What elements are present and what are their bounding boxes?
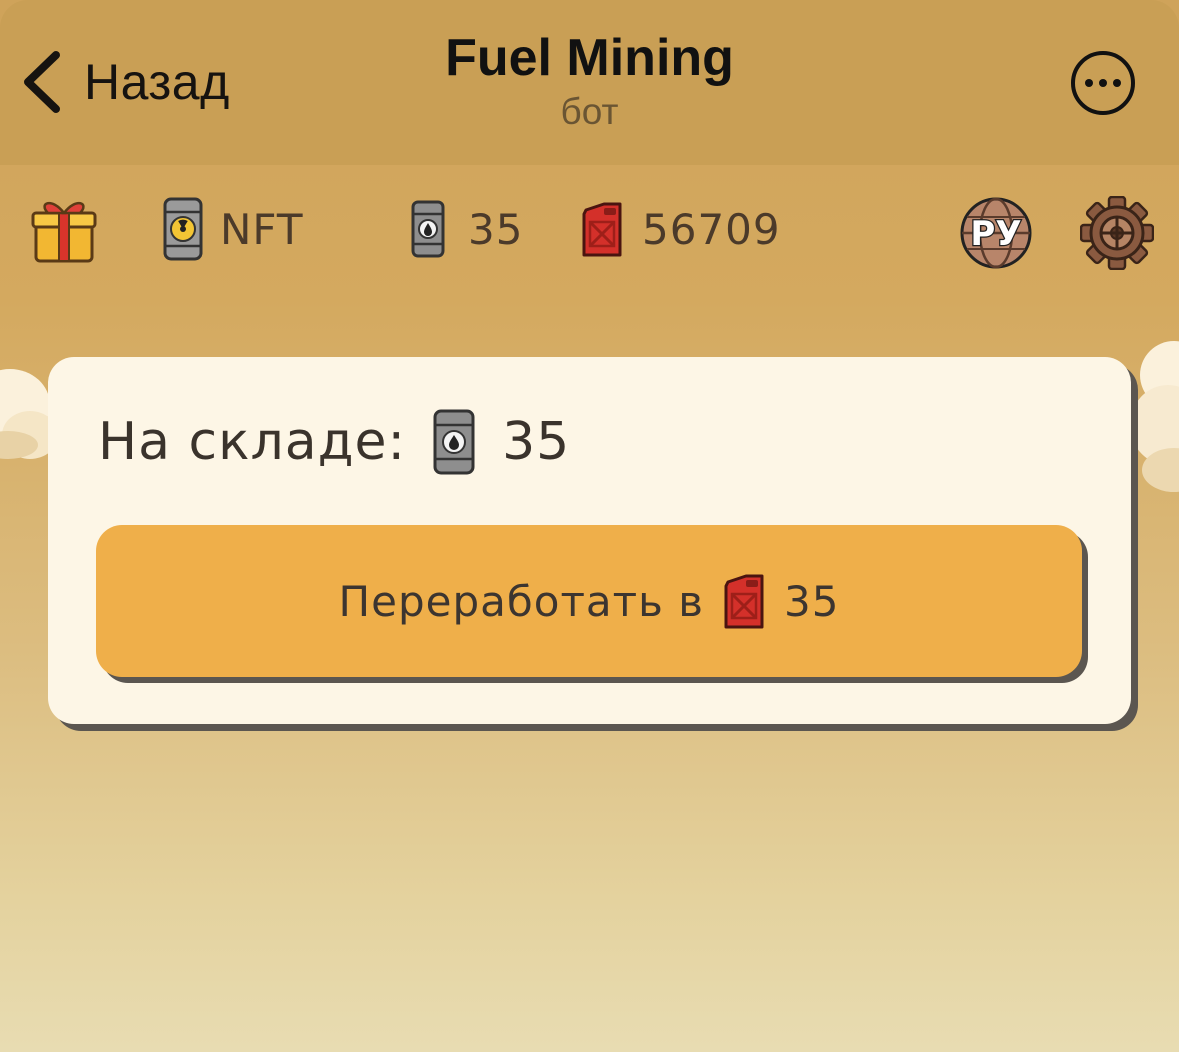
nft-label: NFT [220,204,304,254]
app-header: Назад Fuel Mining бот [0,0,1179,165]
more-options-button[interactable] [1071,51,1135,115]
process-label: Переработать в [338,576,704,626]
fuel-value: 56709 [642,204,781,254]
stock-row: На складе: 35 [98,407,570,477]
gift-icon [31,202,97,263]
stock-label: На складе: [98,412,407,472]
process-value: 35 [784,576,840,626]
game-topbar: NFT 35 56709 РУ [0,165,1179,295]
gift-button[interactable] [30,193,98,265]
more-dot [1085,79,1093,87]
fuel-balance[interactable]: 56709 [580,193,781,265]
stock-value: 35 [502,412,571,472]
oil-barrel-icon [411,200,445,258]
storage-card: На складе: 35 Переработать в 35 [48,357,1131,724]
language-label: РУ [970,214,1021,254]
oil-balance[interactable]: 35 [410,193,523,265]
title-block: Fuel Mining бот [0,28,1179,134]
gear-icon [1080,196,1154,270]
fuel-canister-icon [724,574,764,629]
more-dot [1099,79,1107,87]
nft-balance[interactable]: NFT [162,193,304,265]
language-globe-icon: РУ [960,197,1032,269]
more-dot [1113,79,1121,87]
settings-button[interactable] [1080,196,1154,270]
process-button[interactable]: Переработать в 35 [96,525,1082,677]
cloud-right-decoration [1130,341,1179,492]
page-title: Fuel Mining [445,29,734,87]
fuel-canister-icon [582,202,622,257]
language-button[interactable]: РУ [958,197,1034,269]
radioactive-barrel-icon [163,197,203,261]
oil-barrel-icon [433,409,475,475]
oil-value: 35 [468,204,524,254]
page-subtitle: бот [560,91,619,132]
